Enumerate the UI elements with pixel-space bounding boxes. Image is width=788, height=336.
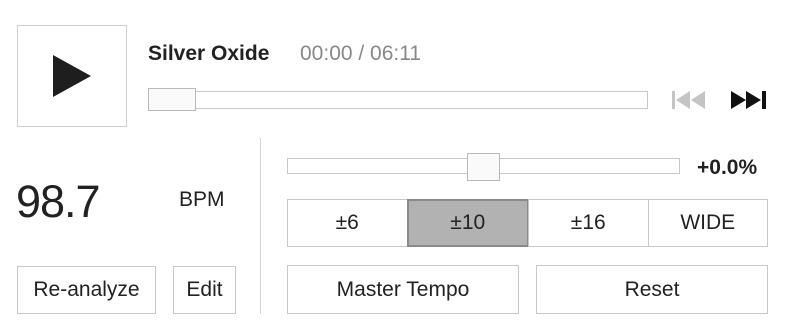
tempo-range-selector: ±6 ±10 ±16 WIDE: [287, 199, 768, 247]
vertical-divider: [260, 138, 261, 314]
reanalyze-button[interactable]: Re-analyze: [17, 266, 156, 314]
skip-back-icon: [672, 91, 705, 109]
bpm-label: BPM: [179, 188, 225, 211]
play-button[interactable]: [17, 25, 127, 127]
edit-button[interactable]: Edit: [173, 266, 236, 314]
track-time: 00:00 / 06:11: [300, 42, 422, 65]
tempo-percent: +0.0%: [697, 156, 758, 179]
reset-button[interactable]: Reset: [536, 265, 768, 314]
track-title: Silver Oxide: [148, 42, 270, 65]
range-option[interactable]: ±16: [528, 199, 649, 247]
skip-forward-icon: [731, 91, 766, 109]
range-option[interactable]: ±10: [406, 199, 529, 247]
progress-slider-thumb[interactable]: [148, 88, 196, 111]
progress-slider-track[interactable]: [148, 91, 648, 109]
skip-forward-button[interactable]: [730, 89, 768, 111]
range-option[interactable]: WIDE: [647, 199, 768, 247]
tempo-slider-thumb[interactable]: [467, 153, 500, 181]
range-option[interactable]: ±6: [287, 199, 408, 247]
bpm-value: 98.7: [16, 176, 101, 227]
play-icon: [53, 55, 91, 97]
skip-back-button[interactable]: [672, 89, 708, 111]
master-tempo-button[interactable]: Master Tempo: [287, 265, 519, 314]
